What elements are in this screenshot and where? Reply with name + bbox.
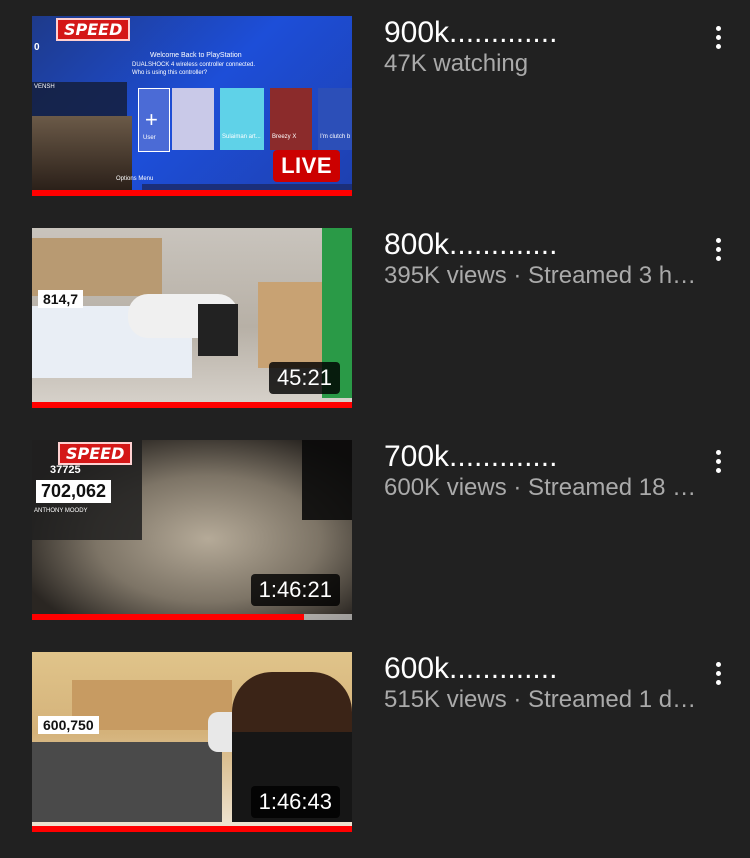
speed-logo: SPEED: [58, 442, 133, 465]
ps-welcome-text: Welcome Back to PlayStation: [150, 52, 242, 59]
viewer-count: 37725: [50, 464, 81, 476]
user-tile-label: Sulaiman art...: [222, 134, 261, 140]
chat-panel: [302, 440, 352, 520]
video-item[interactable]: SPEED 37725 702,062 ANTHONY MOODY 1:46:2…: [0, 440, 750, 622]
video-info[interactable]: 800k............. 395K views · Streamed …: [384, 228, 702, 290]
video-item[interactable]: 600,750 1:46:43 600k............. 515K v…: [0, 652, 750, 834]
video-meta: 600K views · Streamed 18 hours ago: [384, 474, 702, 501]
video-item[interactable]: 814,7 45:21 800k............. 395K views…: [0, 228, 750, 410]
video-thumbnail[interactable]: SPEED Welcome Back to PlayStation DUALSH…: [32, 16, 352, 196]
user-tile-label: I'm clutch b: [320, 134, 351, 140]
video-info[interactable]: 900k............. 47K watching: [384, 16, 702, 78]
progress-fill: [32, 614, 304, 620]
user-tile: I'm clutch b: [318, 88, 352, 150]
video-meta: 47K watching: [384, 50, 529, 77]
ps-controller-text: DUALSHOCK 4 wireless controller connecte…: [132, 62, 256, 68]
user-tile: Breezy X: [270, 88, 312, 150]
duration-badge: 1:46:43: [250, 786, 340, 818]
add-user-tile: + User: [138, 88, 170, 152]
chat-user: ANTHONY MOODY: [34, 508, 88, 514]
speed-logo: SPEED: [56, 18, 131, 41]
progress-fill: [32, 826, 352, 832]
video-title[interactable]: 900k.............: [384, 16, 702, 50]
plus-icon: +: [145, 107, 158, 132]
dresser: [258, 282, 330, 368]
video-title[interactable]: 800k.............: [384, 228, 702, 262]
subscriber-counter: 814,7: [38, 290, 84, 308]
viewer-count: 0: [34, 42, 40, 53]
live-badge: LIVE: [273, 150, 340, 182]
more-vert-icon[interactable]: [706, 444, 730, 484]
user-tile-label: Breezy X: [272, 134, 297, 140]
duration-badge: 1:46:21: [250, 574, 340, 606]
progress-bar: [32, 402, 352, 408]
bed: [32, 742, 222, 822]
chair: [198, 304, 238, 356]
duration-badge: 45:21: [268, 362, 340, 394]
more-vert-icon[interactable]: [706, 20, 730, 60]
more-vert-icon[interactable]: [706, 232, 730, 272]
progress-bar: [32, 826, 352, 832]
chat-user: VENSH: [34, 84, 55, 90]
video-meta: 515K views · Streamed 1 day ago: [384, 686, 702, 713]
video-item[interactable]: SPEED Welcome Back to PlayStation DUALSH…: [0, 16, 750, 198]
ps-options-hint: Options Menu: [116, 176, 154, 182]
video-thumbnail[interactable]: 814,7 45:21: [32, 228, 352, 408]
headboard: [32, 238, 162, 296]
subscriber-counter: 702,062: [36, 480, 112, 503]
progress-bar: [32, 190, 352, 196]
progress-fill: [32, 190, 352, 196]
video-info[interactable]: 700k............. 600K views · Streamed …: [384, 440, 702, 502]
user-tile-label: User: [143, 135, 156, 141]
video-info[interactable]: 600k............. 515K views · Streamed …: [384, 652, 702, 714]
video-thumbnail[interactable]: SPEED 37725 702,062 ANTHONY MOODY 1:46:2…: [32, 440, 352, 620]
subscriber-counter: 600,750: [38, 716, 99, 734]
video-list: SPEED Welcome Back to PlayStation DUALSH…: [0, 0, 750, 858]
progress-fill: [32, 402, 352, 408]
user-tile: Sulaiman art...: [220, 88, 264, 150]
video-thumbnail[interactable]: 600,750 1:46:43: [32, 652, 352, 832]
video-title[interactable]: 600k.............: [384, 652, 702, 686]
video-meta: 395K views · Streamed 3 hours ago: [384, 262, 702, 289]
user-tile: [172, 88, 214, 150]
ps-question-text: Who is using this controller?: [132, 70, 208, 76]
progress-bar: [32, 614, 352, 620]
more-vert-icon[interactable]: [706, 656, 730, 696]
video-title[interactable]: 700k.............: [384, 440, 702, 474]
